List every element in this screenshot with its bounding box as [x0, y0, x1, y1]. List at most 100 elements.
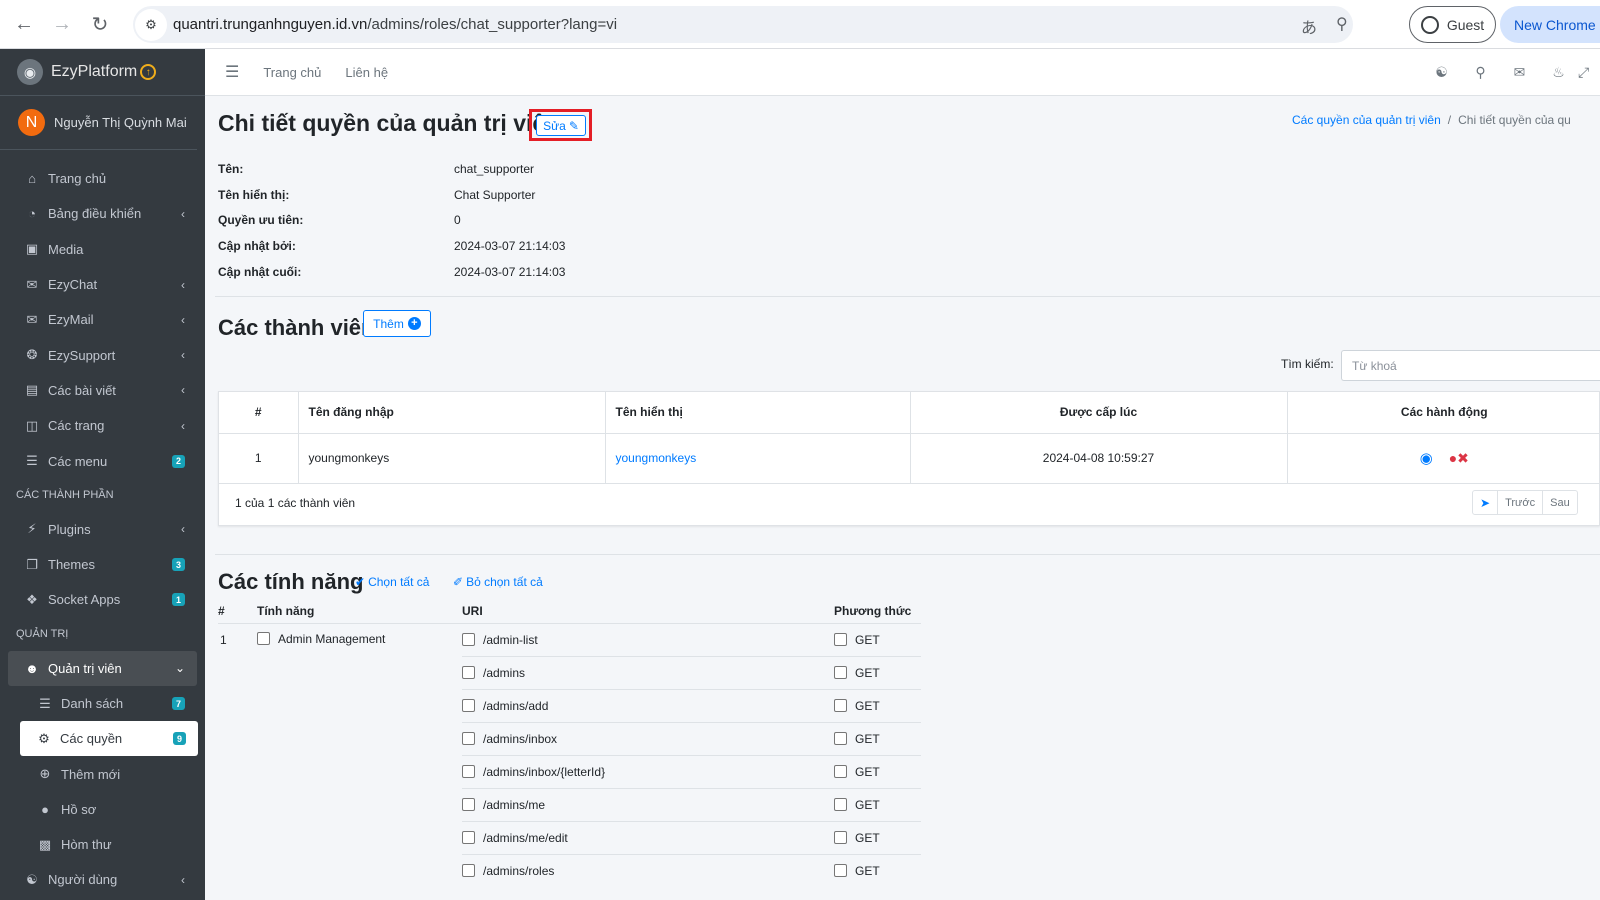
sidebar-item-themes[interactable]: ❐ Themes 3: [0, 547, 205, 582]
method-checkbox[interactable]: [834, 731, 847, 745]
sidebar-item-menus[interactable]: ☰ Các menu 2: [0, 443, 205, 478]
sidebar-item-posts[interactable]: ▤ Các bài viết ‹: [0, 373, 205, 408]
method-checkbox[interactable]: [834, 797, 847, 811]
sidebar-item-label: Hồ sơ: [61, 801, 97, 817]
uri-checkbox[interactable]: [462, 731, 475, 745]
sidebar-item-label: Themes: [48, 557, 95, 573]
uri-checkbox[interactable]: [462, 665, 475, 679]
sidebar-menu: ⌂ Trang chủ ◔ Bảng điều khiển ‹ ▣ Media …: [0, 150, 205, 898]
method-checkbox[interactable]: [834, 632, 847, 646]
sidebar-item-users[interactable]: ☯ Người dùng ‹: [0, 862, 205, 897]
method-checkbox[interactable]: [834, 764, 847, 778]
sidebar-item-home[interactable]: ⌂ Trang chủ: [0, 161, 205, 196]
forward-button[interactable]: →: [45, 7, 79, 41]
nav-link-home[interactable]: Trang chủ: [263, 65, 321, 80]
add-member-button[interactable]: Thêm +: [363, 310, 431, 337]
detail-row: Tên: chat_supporter: [218, 156, 565, 182]
arrow-left-circle-icon[interactable]: ➤: [1473, 491, 1499, 514]
user-panel[interactable]: N Nguyễn Thị Quỳnh Mai: [0, 96, 197, 150]
method-checkbox[interactable]: [834, 665, 847, 679]
sidebar-item-label: Người dùng: [48, 872, 118, 888]
sidebar-item-label: Các bài viết: [48, 382, 116, 398]
sidebar-item-admins[interactable]: ☻ Quản trị viên ⌄: [8, 650, 197, 686]
cell-method: GET: [834, 854, 921, 887]
sidebar-item-profile[interactable]: ● Hồ sơ: [0, 792, 205, 827]
back-button[interactable]: ←: [7, 7, 41, 41]
uri-checkbox[interactable]: [462, 698, 475, 712]
brand[interactable]: ◉ EzyPlatform ↑: [0, 49, 205, 96]
breadcrumb: Các quyền của quản trị viên / Chi tiết quy…: [1292, 113, 1571, 127]
chat-icon: ✉: [26, 276, 38, 292]
divider: [215, 296, 1600, 297]
sidebar-item-ezymail[interactable]: ✉ EzyMail ‹: [0, 302, 205, 337]
sidebar-item-add-new[interactable]: ⊕ Thêm mới: [0, 756, 205, 791]
upgrade-icon[interactable]: ↑: [140, 64, 157, 80]
feature-checkbox[interactable]: [257, 632, 270, 645]
method-label: GET: [855, 698, 880, 713]
method-checkbox[interactable]: [834, 830, 847, 844]
search-icon[interactable]: ⚲: [1461, 64, 1500, 81]
search-input[interactable]: [1341, 350, 1600, 381]
column-header-index: #: [218, 600, 257, 624]
breadcrumb-link-roles[interactable]: Các quyền của quản trị viên: [1292, 113, 1441, 127]
reload-button[interactable]: ↻: [83, 7, 117, 41]
cell-method: GET: [834, 788, 921, 822]
deselect-all-link[interactable]: ✐ Bỏ chọn tất cả: [453, 575, 543, 589]
user-remove-icon[interactable]: ●✖: [1449, 450, 1469, 467]
bell-icon[interactable]: ♨: [1539, 64, 1578, 81]
select-all-link[interactable]: ✔ Chọn tất cả: [355, 575, 429, 589]
method-checkbox[interactable]: [834, 863, 847, 877]
globe-icon[interactable]: ☯: [1422, 64, 1461, 81]
cell-username: youngmonkeys: [298, 433, 606, 484]
nav-link-contact[interactable]: Liên hệ: [345, 65, 388, 80]
uri-checkbox[interactable]: [462, 830, 475, 844]
hamburger-icon[interactable]: ☰: [225, 62, 239, 82]
new-chrome-button[interactable]: New Chrome a: [1500, 6, 1600, 43]
member-link[interactable]: youngmonkeys: [616, 451, 697, 465]
cell-uri: /admins/roles: [462, 854, 834, 887]
uri-checkbox[interactable]: [462, 632, 475, 646]
pager-next-button[interactable]: Sau: [1543, 491, 1577, 514]
cell-uri: /admins/inbox/{letterId}: [462, 755, 834, 789]
sidebar-item-socket-apps[interactable]: ❖ Socket Apps 1: [0, 582, 205, 617]
uri-label: /admins/me: [483, 797, 546, 812]
uri-checkbox[interactable]: [462, 797, 475, 811]
site-info-icon[interactable]: ⚙: [135, 8, 167, 41]
method-label: GET: [855, 830, 880, 845]
members-table: # Tên đăng nhập Tên hiển thị Được cấp lú…: [219, 392, 1600, 484]
cell-index: 1: [219, 433, 299, 484]
url-text[interactable]: quantri.trunganhnguyen.id.vn/admins/role…: [173, 16, 617, 33]
sidebar-item-inbox[interactable]: ▩ Hòm thư: [0, 827, 205, 862]
address-bar[interactable]: ⚙ quantri.trunganhnguyen.id.vn/admins/ro…: [133, 6, 1353, 43]
sidebar-item-ezysupport[interactable]: ❂ EzySupport ‹: [0, 337, 205, 372]
column-header-uri: URI: [462, 600, 834, 624]
guest-profile-button[interactable]: Guest: [1409, 6, 1496, 43]
zoom-icon[interactable]: ⚲: [1336, 14, 1348, 34]
sidebar-item-roles[interactable]: ⚙ Các quyền 9: [20, 721, 198, 757]
sidebar-item-plugins[interactable]: ⚡ Plugins ‹: [0, 512, 205, 547]
sidebar-item-label: Các quyền: [60, 731, 123, 747]
members-title: Các thành viên: [218, 315, 375, 340]
mail-icon: ✉: [26, 311, 38, 327]
cell-method: GET: [834, 755, 921, 789]
sidebar-item-ezychat[interactable]: ✉ EzyChat ‹: [0, 267, 205, 302]
fullscreen-icon[interactable]: ⤢: [1578, 64, 1600, 81]
sidebar-item-dashboard[interactable]: ◔ Bảng điều khiển ‹: [0, 196, 205, 231]
edit-button[interactable]: Sửa ✎: [536, 115, 586, 136]
eye-icon[interactable]: ◉: [1420, 449, 1433, 467]
uri-label: /admin-list: [483, 632, 538, 647]
messages-icon[interactable]: ✉: [1500, 64, 1539, 81]
list-icon: ☰: [39, 695, 51, 711]
uri-checkbox[interactable]: [462, 764, 475, 778]
pager-prev-button[interactable]: Trước: [1498, 491, 1544, 514]
method-checkbox[interactable]: [834, 698, 847, 712]
table-row: /admins GET: [218, 656, 921, 690]
uri-checkbox[interactable]: [462, 863, 475, 877]
sidebar-item-pages[interactable]: ◫ Các trang ‹: [0, 408, 205, 443]
sidebar-item-media[interactable]: ▣ Media: [0, 232, 205, 267]
translate-icon[interactable]: あ: [1301, 14, 1317, 38]
cell-feature-index: 1: [220, 632, 227, 647]
sidebar-item-label: Bảng điều khiển: [48, 206, 142, 222]
sidebar-item-admin-list[interactable]: ☰ Danh sách 7: [0, 686, 205, 721]
sidebar-item-label: Trang chủ: [48, 171, 107, 187]
